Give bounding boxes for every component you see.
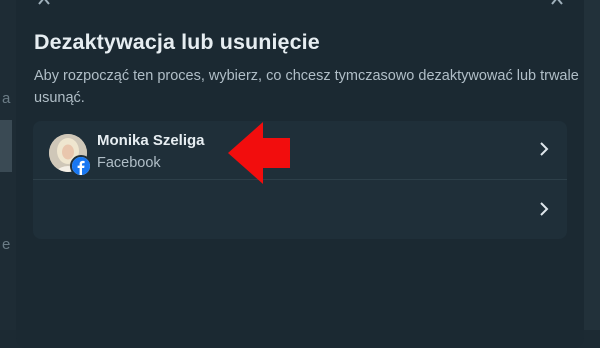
background-right-panel bbox=[584, 0, 600, 330]
close-icon[interactable] bbox=[550, 0, 564, 8]
account-name: Monika Szeliga bbox=[97, 132, 205, 149]
chevron-right-icon bbox=[539, 142, 549, 161]
background-text-fragment: a bbox=[2, 90, 11, 107]
facebook-icon bbox=[70, 155, 92, 177]
deactivation-dialog: Dezaktywacja lub usunięcie Aby rozpocząć… bbox=[16, 0, 584, 348]
background-panel-fragment bbox=[0, 120, 12, 172]
account-row-second[interactable] bbox=[33, 181, 567, 239]
dialog-description: Aby rozpocząć ten proces, wybierz, co ch… bbox=[34, 68, 579, 106]
back-arrow-icon[interactable] bbox=[38, 0, 50, 8]
divider bbox=[33, 179, 567, 180]
dialog-title: Dezaktywacja lub usunięcie bbox=[34, 30, 320, 54]
account-platform: Facebook bbox=[97, 155, 161, 171]
account-row-facebook[interactable]: Monika Szeliga Facebook bbox=[33, 121, 567, 179]
red-arrow-icon bbox=[228, 122, 290, 184]
account-list: Monika Szeliga Facebook bbox=[33, 121, 567, 239]
chevron-right-icon bbox=[539, 202, 549, 221]
background-text-fragment: e bbox=[2, 236, 11, 253]
